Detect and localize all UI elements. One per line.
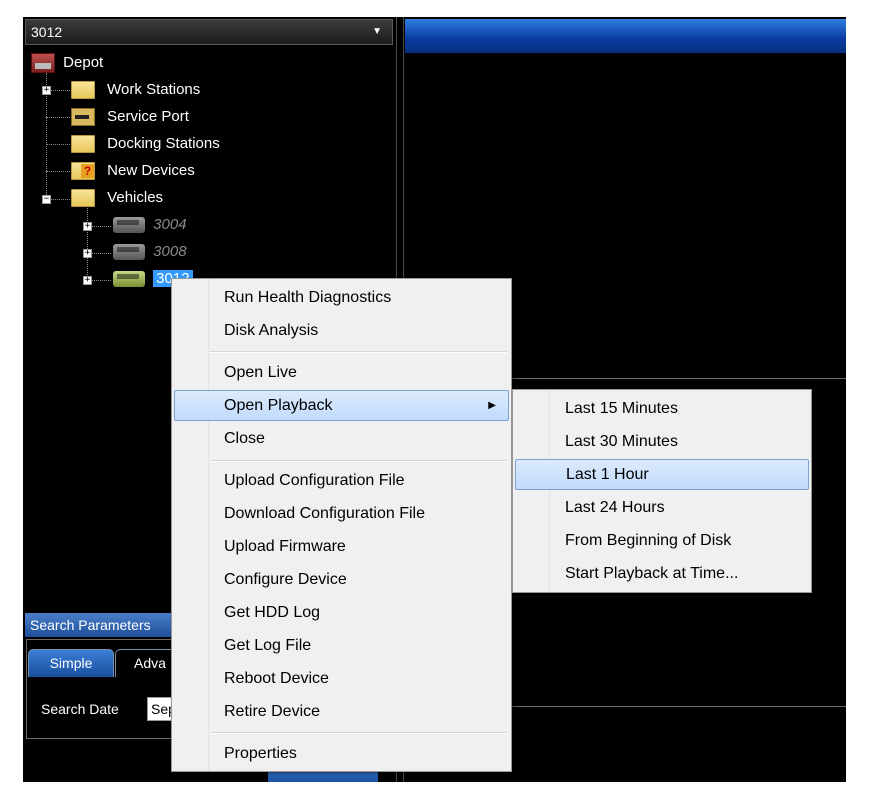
- search-parameters-title: Search Parameters: [30, 617, 151, 633]
- search-date-label: Search Date: [41, 701, 119, 717]
- tree-connector: [50, 90, 70, 91]
- menu-item-label: Open Live: [224, 364, 297, 381]
- menu-item-label: Retire Device: [224, 703, 321, 720]
- vehicle-online-icon: [113, 271, 145, 288]
- submenu-item-last-24-hours[interactable]: Last 24 Hours: [515, 492, 809, 523]
- service-port-icon: [71, 108, 95, 127]
- tree-item-label: Docking Stations: [107, 135, 220, 153]
- tree-item-label: New Devices: [107, 162, 195, 180]
- expand-icon[interactable]: +: [42, 86, 51, 95]
- tree-connector: [91, 280, 111, 281]
- menu-item-open-live[interactable]: Open Live: [174, 357, 509, 388]
- depot-icon: [31, 53, 55, 74]
- tree-item-vehicle-3008[interactable]: 3008: [113, 240, 187, 264]
- menu-item-label: Last 24 Hours: [565, 499, 665, 516]
- menu-item-label: Last 15 Minutes: [565, 400, 678, 417]
- tree-connector: [50, 199, 70, 200]
- menu-separator: [210, 460, 507, 462]
- tree-connector: [87, 205, 88, 281]
- menu-item-upload-firmware[interactable]: Upload Firmware: [174, 531, 509, 562]
- menu-item-label: Reboot Device: [224, 670, 329, 687]
- menu-separator: [210, 732, 507, 734]
- menu-item-label: Last 30 Minutes: [565, 433, 678, 450]
- tree-connector: [46, 171, 70, 172]
- chevron-down-icon[interactable]: ▼: [372, 20, 382, 44]
- menu-item-get-log-file[interactable]: Get Log File: [174, 630, 509, 661]
- menu-item-label: Get Log File: [224, 637, 312, 654]
- tree-item-docking-stations[interactable]: Docking Stations: [71, 132, 220, 156]
- folder-icon: [71, 81, 95, 100]
- menu-item-label: Last 1 Hour: [566, 466, 649, 483]
- menu-item-label: Download Configuration File: [224, 505, 425, 522]
- tree-item-vehicles[interactable]: Vehicles: [71, 186, 163, 210]
- submenu-item-last-30-minutes[interactable]: Last 30 Minutes: [515, 426, 809, 457]
- menu-item-upload-configuration-file[interactable]: Upload Configuration File: [174, 465, 509, 496]
- folder-icon: [71, 189, 95, 208]
- tree-item-label: 3008: [153, 243, 187, 261]
- submenu-item-start-playback-at-time[interactable]: Start Playback at Time...: [515, 558, 809, 589]
- menu-item-retire-device[interactable]: Retire Device: [174, 696, 509, 727]
- menu-item-label: Disk Analysis: [224, 322, 319, 339]
- tree-item-service-port[interactable]: Service Port: [71, 105, 189, 129]
- expand-icon[interactable]: +: [83, 276, 92, 285]
- tree-item-label: Service Port: [107, 108, 189, 126]
- tree-item-vehicle-3004[interactable]: 3004: [113, 213, 187, 237]
- tree-item-label: Depot: [63, 54, 104, 72]
- question-mark-icon: ?: [81, 164, 94, 179]
- menu-item-label: Upload Configuration File: [224, 472, 405, 489]
- tab-simple[interactable]: Simple: [28, 649, 114, 677]
- tree-connector: [46, 117, 70, 118]
- menu-item-get-hdd-log[interactable]: Get HDD Log: [174, 597, 509, 628]
- menu-item-label: Properties: [224, 745, 297, 762]
- tree-item-work-stations[interactable]: Work Stations: [71, 78, 200, 102]
- menu-item-label: Run Health Diagnostics: [224, 289, 392, 306]
- tree-item-label: Vehicles: [107, 189, 164, 207]
- submenu-item-last-15-minutes[interactable]: Last 15 Minutes: [515, 393, 809, 424]
- menu-item-download-configuration-file[interactable]: Download Configuration File: [174, 498, 509, 529]
- tree-connector: [91, 226, 111, 227]
- menu-item-label: From Beginning of Disk: [565, 532, 732, 549]
- submenu-arrow-icon: ▶: [488, 400, 496, 411]
- menu-item-disk-analysis[interactable]: Disk Analysis: [174, 315, 509, 346]
- menu-item-label: Open Playback: [224, 397, 333, 414]
- expand-icon[interactable]: +: [83, 222, 92, 231]
- menu-item-label: Upload Firmware: [224, 538, 346, 555]
- menu-separator: [210, 351, 507, 353]
- tree-item-depot[interactable]: Depot: [31, 51, 103, 75]
- new-devices-folder-icon: ?: [71, 162, 95, 181]
- menu-item-configure-device[interactable]: Configure Device: [174, 564, 509, 595]
- video-panel-header: [405, 19, 846, 53]
- tree-item-label: Work Stations: [107, 81, 201, 99]
- menu-item-reboot-device[interactable]: Reboot Device: [174, 663, 509, 694]
- tree-item-label: 3004: [153, 216, 187, 234]
- tree-item-new-devices[interactable]: ? New Devices: [71, 159, 195, 183]
- tab-label: Simple: [49, 655, 93, 671]
- menu-item-label: Start Playback at Time...: [565, 565, 739, 582]
- menu-item-properties[interactable]: Properties: [174, 738, 509, 769]
- menu-item-label: Configure Device: [224, 571, 347, 588]
- menu-item-open-playback[interactable]: Open Playback ▶: [174, 390, 509, 421]
- tree-connector: [91, 253, 111, 254]
- submenu-item-last-1-hour[interactable]: Last 1 Hour: [515, 459, 809, 490]
- folder-icon: [71, 135, 95, 154]
- playback-submenu: Last 15 Minutes Last 30 Minutes Last 1 H…: [512, 389, 812, 593]
- context-menu: Run Health Diagnostics Disk Analysis Ope…: [171, 278, 512, 772]
- vehicle-offline-icon: [113, 244, 145, 261]
- submenu-item-from-beginning-of-disk[interactable]: From Beginning of Disk: [515, 525, 809, 556]
- menu-item-close[interactable]: Close: [174, 423, 509, 454]
- menu-item-run-health-diagnostics[interactable]: Run Health Diagnostics: [174, 282, 509, 313]
- collapse-icon[interactable]: −: [42, 195, 51, 204]
- device-selector-dropdown[interactable]: 3012 ▼: [25, 19, 393, 45]
- tree-connector: [46, 144, 70, 145]
- device-selector-value: 3012: [31, 24, 63, 40]
- menu-item-label: Close: [224, 430, 265, 447]
- expand-icon[interactable]: +: [83, 249, 92, 258]
- tab-label: Adva: [134, 655, 166, 671]
- menu-item-label: Get HDD Log: [224, 604, 321, 621]
- vehicle-offline-icon: [113, 217, 145, 234]
